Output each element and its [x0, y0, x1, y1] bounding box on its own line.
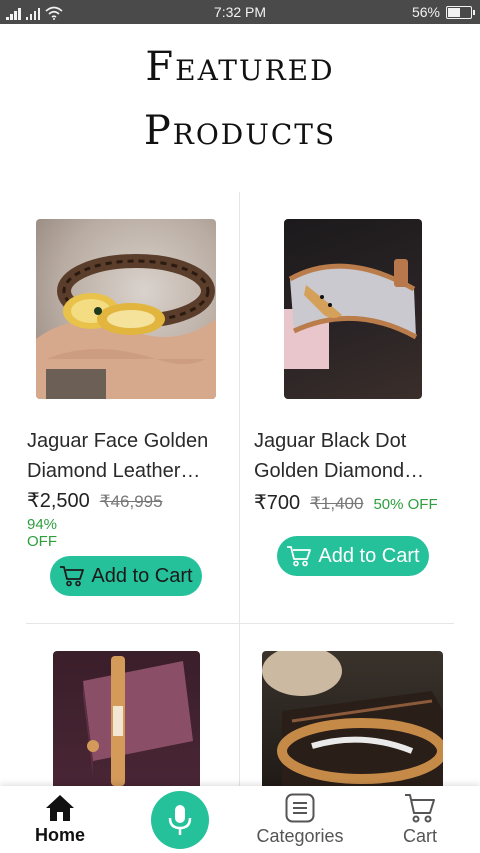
grid-divider [239, 192, 240, 792]
nav-cart[interactable]: Cart [385, 786, 455, 853]
add-to-cart-button[interactable]: Add to Cart [277, 536, 429, 576]
voice-search-button[interactable] [151, 791, 209, 849]
product-image[interactable] [284, 219, 422, 399]
add-to-cart-label: Add to Cart [318, 544, 420, 567]
product-name-line: Golden Diamond… [254, 460, 425, 482]
price-row: ₹700 ₹1,400 50% OFF [254, 490, 438, 515]
nav-home-label: Home [34, 824, 85, 845]
product-name[interactable]: Jaguar Face Golden Diamond Leather… [27, 426, 227, 486]
nav-categories[interactable]: Categories [250, 786, 350, 853]
sale-price: ₹2,500 [27, 490, 90, 512]
bottom-navigation: Home Categories Cart [0, 786, 480, 853]
battery-icon [446, 5, 475, 19]
product-name-line: Diamond Leather… [27, 460, 201, 482]
page-title-line-2: Products [143, 108, 337, 154]
categories-icon [285, 793, 315, 822]
product-name-line: Jaguar Black Dot [254, 430, 407, 452]
nav-home[interactable]: Home [20, 786, 100, 853]
price-row: ₹2,500 ₹46,995 [27, 488, 163, 513]
original-price: ₹46,995 [99, 492, 163, 511]
home-icon [46, 794, 74, 821]
nav-categories-label: Categories [256, 825, 344, 846]
add-to-cart-button[interactable]: Add to Cart [50, 556, 202, 596]
product-image[interactable] [262, 651, 443, 791]
discount-label: 50% OFF [373, 496, 438, 513]
cart-icon [287, 546, 312, 567]
status-bar: 7:32 PM 56% [0, 0, 480, 24]
battery-percent: 56% [411, 4, 440, 20]
cart-icon [405, 793, 435, 822]
page-title-line-1: Featured [145, 44, 335, 90]
mic-icon [168, 805, 192, 835]
product-image[interactable] [53, 651, 200, 791]
add-to-cart-label: Add to Cart [91, 564, 193, 587]
product-name[interactable]: Jaguar Black Dot Golden Diamond… [254, 426, 454, 486]
product-name-line: Jaguar Face Golden [27, 430, 209, 452]
original-price: ₹1,400 [310, 494, 364, 513]
sale-price: ₹700 [254, 492, 301, 514]
product-image[interactable] [36, 219, 216, 399]
nav-cart-label: Cart [402, 825, 437, 846]
status-time: 7:32 PM [213, 4, 267, 20]
discount-label: 94% OFF [27, 516, 58, 550]
grid-divider [26, 623, 454, 624]
cart-icon [60, 566, 85, 587]
